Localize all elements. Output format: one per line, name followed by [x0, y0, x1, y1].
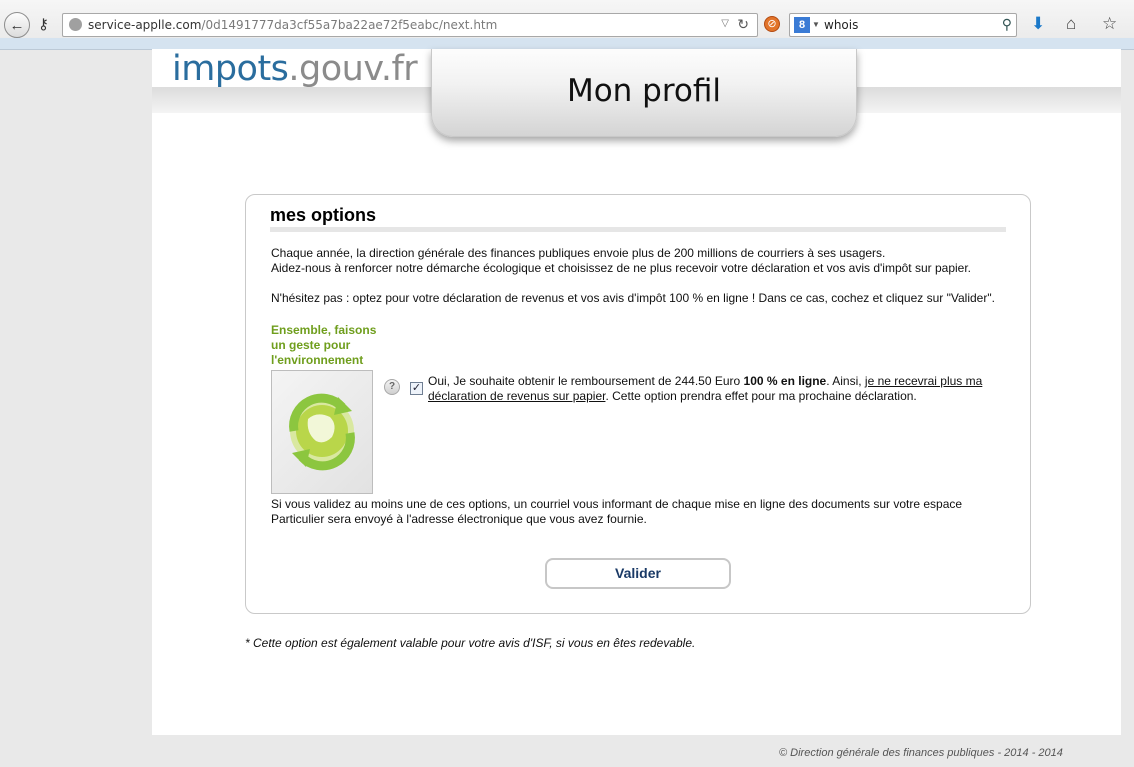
url-path: /0d1491777da3cf55a7ba22ae72f5eabc/next.h… — [201, 18, 498, 32]
section-divider — [270, 227, 1006, 232]
reload-icon[interactable]: ↻ — [737, 16, 749, 33]
search-bar[interactable]: 8 ▼ whois ⚲ — [789, 13, 1017, 37]
profile-tab: Mon profil — [431, 49, 857, 137]
search-icon[interactable]: ⚲ — [1002, 16, 1012, 33]
help-icon[interactable]: ? — [384, 379, 400, 395]
search-engine-icon[interactable]: 8 — [794, 17, 810, 33]
copyright: © Direction générale des finances publiq… — [779, 747, 1063, 759]
eco-heading: Ensemble, faisons un geste pour l'enviro… — [271, 323, 377, 367]
home-icon[interactable]: ⌂ — [1066, 14, 1076, 34]
option-text-part3: . Cette option prendra effet pour ma pro… — [605, 389, 917, 403]
browser-toolbar: ← ⚷ service-applle.com/0d1491777da3cf55a… — [0, 0, 1134, 50]
site-logo[interactable]: impots.gouv.fr — [172, 49, 418, 89]
logo-part2: .gouv.fr — [288, 49, 418, 89]
page-content: impots.gouv.fr Mon profil mes options Ch… — [152, 49, 1121, 735]
download-icon[interactable]: ⬇ — [1031, 14, 1045, 34]
logo-part1: impots — [172, 49, 289, 89]
engine-dropdown-icon[interactable]: ▼ — [812, 20, 820, 29]
bookmark-star-icon[interactable]: ☆ — [1102, 14, 1117, 34]
option-text-bold: 100 % en ligne — [743, 374, 827, 388]
validation-info: Si vous validez au moins une de ces opti… — [271, 497, 963, 526]
key-icon[interactable]: ⚷ — [38, 15, 49, 33]
instruction-text: N'hésitez pas : optez pour votre déclara… — [271, 291, 995, 305]
option-text-part2: . Ainsi, — [826, 374, 865, 388]
intro-line-2: Aidez-nous à renforcer notre démarche éc… — [271, 261, 971, 275]
valider-button[interactable]: Valider — [545, 558, 731, 589]
section-title: mes options — [270, 205, 377, 225]
globe-icon — [69, 18, 82, 31]
option-label: Oui, Je souhaite obtenir le remboursemen… — [428, 374, 1018, 404]
toolbar-strip — [0, 38, 1134, 49]
search-input[interactable]: whois — [824, 18, 858, 32]
page-title: Mon profil — [566, 73, 722, 109]
dropdown-icon[interactable]: ▽ — [721, 18, 729, 29]
paperless-checkbox[interactable]: ✓ — [410, 382, 423, 395]
url-domain: service-applle.com — [88, 18, 202, 32]
back-arrow-icon[interactable]: ← — [4, 12, 30, 38]
earth-recycle-icon — [271, 370, 373, 494]
url-text[interactable]: service-applle.com/0d1491777da3cf55a7ba2… — [88, 18, 497, 32]
options-panel: mes options Chaque année, la direction g… — [245, 194, 1031, 614]
intro-line-1: Chaque année, la direction générale des … — [271, 246, 886, 260]
option-text-part1: Oui, Je souhaite obtenir le remboursemen… — [428, 374, 744, 388]
noscript-icon[interactable]: ⊘ — [764, 16, 780, 32]
footnote: * Cette option est également valable pou… — [245, 636, 696, 650]
url-bar[interactable]: service-applle.com/0d1491777da3cf55a7ba2… — [62, 13, 758, 37]
